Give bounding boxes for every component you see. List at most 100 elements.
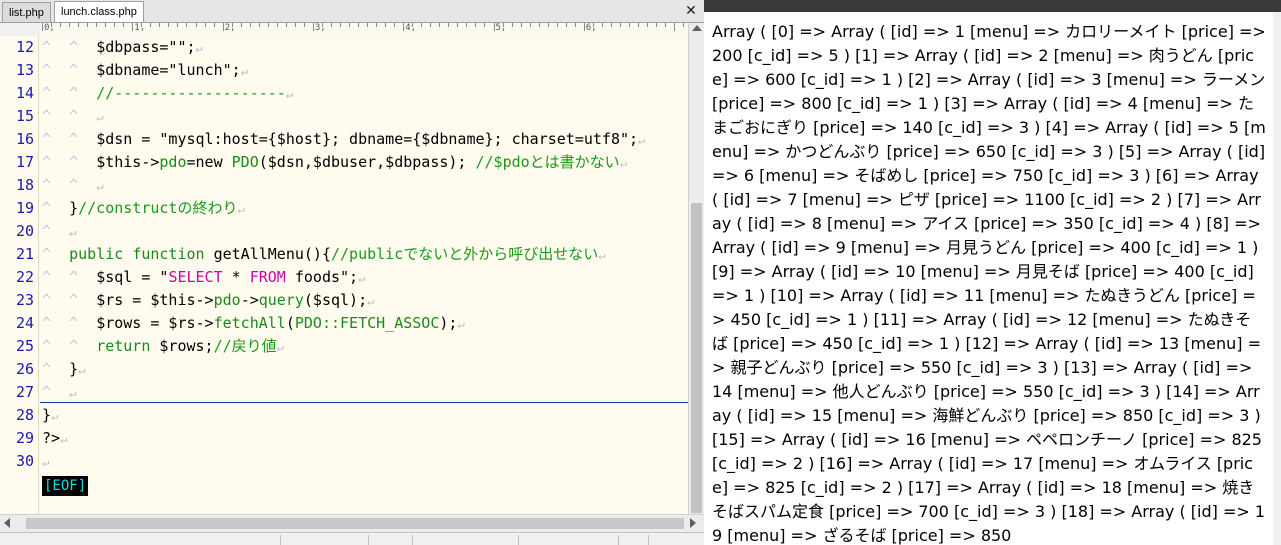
tab-bar: list.php lunch.class.php ✕: [0, 0, 704, 23]
ruler-tick: [96, 23, 98, 27]
horizontal-scrollbar[interactable]: [0, 514, 704, 532]
vertical-scroll-thumb[interactable]: [691, 203, 702, 513]
indent-marker: ^: [42, 383, 70, 401]
ruler-tick: [204, 23, 206, 27]
browser-top-bar: [704, 0, 1281, 12]
code-token: }: [69, 360, 79, 378]
ruler-tick: [285, 23, 287, 27]
indent-marker: ^ ^: [42, 337, 97, 355]
code-token: query: [258, 291, 304, 309]
code-area[interactable]: 12 13 14 15 16 17 18 19 20 21 22 23 24 25 26 27 28 29 30 […: [0, 36, 688, 514]
code-line: ?>↵: [42, 427, 67, 450]
output-scrollbar[interactable]: [1273, 12, 1281, 545]
ruler-number: 2,: [224, 23, 236, 33]
code-line: ^ ^ ↵: [42, 174, 103, 197]
code-token: }: [69, 199, 79, 217]
code-line: ^ ^ $dbname="lunch";↵: [42, 59, 248, 82]
code-line: ^ ^ ↵: [42, 105, 103, 128]
ruler-tick: [105, 23, 107, 27]
scroll-up-icon[interactable]: [692, 25, 702, 31]
ruler-tick: [186, 23, 188, 27]
code-token: FROM: [249, 268, 286, 286]
code-token: ($sql);: [303, 291, 368, 309]
code-token: //publicでないと外から呼び出せない: [331, 245, 599, 263]
ruler-tick: [538, 23, 540, 27]
code-token: //戻り値: [213, 337, 277, 355]
ruler-tick: [601, 23, 603, 27]
code-line: ↵: [42, 450, 49, 473]
indent-marker: ^ ^: [42, 84, 97, 102]
status-segment: [368, 535, 369, 545]
ruler-number: 6,: [585, 23, 597, 33]
eol-marker-icon: ↵: [240, 64, 248, 78]
indent-marker: ^ ^: [42, 291, 97, 309]
eol-marker-icon: ↵: [69, 386, 77, 400]
indent-marker: ^: [42, 199, 70, 217]
code-token: function: [132, 245, 205, 263]
ruler-tick: [637, 23, 639, 27]
ruler-tick: [132, 23, 134, 31]
ruler-tick: [556, 23, 558, 27]
scroll-left-icon[interactable]: [4, 518, 10, 528]
tab-lunch-class-php[interactable]: lunch.class.php: [54, 1, 144, 22]
line-number: 12: [15, 38, 34, 56]
code-token: $rows = $rs->: [96, 314, 214, 332]
ruler-tick: [60, 23, 62, 27]
code-line: ^ ↵: [42, 381, 76, 404]
eof-marker: [EOF]: [42, 476, 89, 496]
scroll-right-icon[interactable]: [690, 518, 696, 528]
code-token: *: [222, 268, 250, 286]
eol-marker-icon: ↵: [78, 363, 86, 377]
ruler-number: 1,: [134, 23, 146, 33]
ruler-tick: [574, 23, 576, 27]
code-line: ^ ^ $rows = $rs->fetchAll(PDO::FETCH_ASS…: [42, 312, 465, 335]
ruler-tick: [358, 23, 360, 27]
code-token: PDO::FETCH_ASSOC: [294, 314, 440, 332]
tab-list-php[interactable]: list.php: [2, 2, 51, 22]
code-line: ^ ^ $dbpass="";↵: [42, 36, 203, 59]
indent-marker: ^ ^: [42, 176, 97, 194]
code-token: fetchAll: [213, 314, 286, 332]
ruler-tick: [547, 23, 549, 27]
ruler-tick: [439, 23, 441, 27]
ruler-tick: [222, 23, 224, 31]
code-token: ($dsn,$dbuser,$dbpass);: [258, 153, 476, 171]
ruler-tick: [610, 23, 612, 27]
code-line: ^ }//constructの終わり↵: [42, 197, 245, 220]
status-segment: [412, 535, 413, 545]
horizontal-scroll-thumb[interactable]: [26, 518, 684, 529]
indent-marker: ^: [42, 222, 70, 240]
eol-marker-icon: ↵: [358, 271, 366, 285]
eol-marker-icon: ↵: [638, 133, 646, 147]
ruler-tick: [267, 23, 269, 27]
close-icon[interactable]: ✕: [682, 2, 700, 20]
eol-marker-icon: ↵: [367, 294, 375, 308]
eol-marker-icon: ↵: [619, 156, 627, 170]
code-line: ^ ^ //-------------------↵: [42, 82, 293, 105]
eol-marker-icon: ↵: [457, 317, 465, 331]
ruler-tick: [619, 23, 621, 27]
line-number: 19: [15, 199, 34, 217]
indent-marker: ^ ^: [42, 107, 97, 125]
ruler-tick: [42, 23, 43, 31]
vertical-scrollbar[interactable]: [688, 23, 704, 514]
cursor-line-indicator: [40, 402, 688, 403]
line-number: 30: [15, 452, 34, 470]
ruler-tick: [276, 23, 278, 27]
indent-marker: ^: [42, 360, 70, 378]
code-token: =new: [186, 153, 232, 171]
indent-marker: ^ ^: [42, 130, 97, 148]
line-number: 25: [15, 337, 34, 355]
ruler-tick: [312, 23, 314, 31]
ruler-number: 3,: [314, 23, 326, 33]
ruler-tick: [349, 23, 351, 27]
eol-marker-icon: ↵: [51, 409, 59, 423]
line-number: 28: [15, 406, 34, 424]
ruler-tick: [683, 23, 685, 27]
code-token: SELECT: [168, 268, 223, 286]
code-token: $rows;: [150, 337, 214, 355]
line-number: 18: [15, 176, 34, 194]
ruler-tick: [394, 23, 396, 27]
line-number: 20: [15, 222, 34, 240]
eol-marker-icon: ↵: [96, 110, 104, 124]
